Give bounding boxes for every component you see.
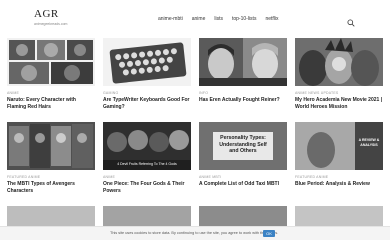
post-category[interactable]: FEATURED ANIME <box>295 175 383 179</box>
post-thumbnail[interactable] <box>295 38 383 86</box>
post-category[interactable]: ANIME <box>7 91 95 95</box>
post-thumbnail[interactable] <box>103 206 191 228</box>
post-card[interactable]: A REVIEW & ANALYSIS FEATURED ANIME Blue … <box>295 122 383 188</box>
post-thumbnail[interactable] <box>7 206 95 228</box>
post-thumbnail[interactable] <box>7 38 95 86</box>
post-thumbnail[interactable] <box>295 206 383 228</box>
thumbnail-overlay-text: 4 Devil Fruits Referring To The 4 Gods <box>117 162 177 166</box>
post-category[interactable]: INFO <box>199 91 287 95</box>
nav-item-lists[interactable]: lists <box>214 16 223 22</box>
post-thumbnail[interactable] <box>199 38 287 86</box>
cookie-banner: This site uses cookies to store data. By… <box>0 226 390 240</box>
post-card[interactable]: Personality Types: Understanding Self an… <box>199 122 287 188</box>
site-header: AGR animegeekreads.com anime-mbti anime … <box>0 0 390 36</box>
post-title[interactable]: Blue Period: Analysis & Review <box>295 181 383 188</box>
nav-item-top-10-lists[interactable]: top-10-lists <box>232 16 256 22</box>
post-category[interactable]: FEATURED ANIME <box>7 175 95 179</box>
post-thumbnail[interactable] <box>199 206 287 228</box>
thumbnail-overlay-text: Personality Types: Understanding Self an… <box>219 135 267 154</box>
site-logo[interactable]: AGR animegeekreads.com <box>34 8 68 27</box>
cookie-notice-text: This site uses cookies to store data. By… <box>110 231 279 235</box>
nav-item-anime[interactable]: anime <box>192 16 206 22</box>
post-thumbnail[interactable]: A REVIEW & ANALYSIS <box>295 122 383 170</box>
post-card[interactable]: FEATURED ANIME The MBTI Types of Avenger… <box>7 122 95 194</box>
post-category[interactable]: ANIME NEWS UPDATES <box>295 91 383 95</box>
site-name: AGR <box>34 8 59 20</box>
post-thumbnail[interactable]: 4 Devil Fruits Referring To The 4 Gods <box>103 122 191 170</box>
site-tagline: animegeekreads.com <box>34 22 68 26</box>
post-title[interactable]: The MBTI Types of Avengers Characters <box>7 181 95 194</box>
post-card[interactable]: ANIME NEWS UPDATES My Hero Academia New … <box>295 38 383 110</box>
cookie-accept-button[interactable]: OK <box>263 230 275 237</box>
post-category[interactable]: ANIME <box>103 175 191 179</box>
post-card[interactable]: 4 Devil Fruits Referring To The 4 Gods A… <box>103 122 191 194</box>
post-card[interactable] <box>103 206 191 228</box>
post-thumbnail[interactable] <box>7 122 95 170</box>
post-title[interactable]: Naruto: Every Character with Flaming Red… <box>7 97 95 110</box>
post-card[interactable]: INFO Has Eren Actually Fought Reiner? <box>199 38 287 104</box>
post-card[interactable]: GAMING Are TypeWriter Keyboards Good For… <box>103 38 191 110</box>
post-title[interactable]: My Hero Academia New Movie 2021 | World … <box>295 97 383 110</box>
post-category[interactable]: GAMING <box>103 91 191 95</box>
thumbnail-overlay-text: A REVIEW & ANALYSIS <box>358 138 380 147</box>
post-card[interactable] <box>295 206 383 228</box>
post-card[interactable] <box>7 206 95 228</box>
nav-item-anime-mbti[interactable]: anime-mbti <box>158 16 183 22</box>
post-category[interactable]: ANIME MBTI <box>199 175 287 179</box>
post-title[interactable]: A Complete List of Odd Taxi MBTI <box>199 181 287 188</box>
post-title[interactable]: Has Eren Actually Fought Reiner? <box>199 97 287 104</box>
main-nav: anime-mbti anime lists top-10-lists netf… <box>158 16 279 22</box>
post-thumbnail[interactable] <box>103 38 191 86</box>
post-card[interactable]: ANIME Naruto: Every Character with Flami… <box>7 38 95 110</box>
post-card[interactable] <box>199 206 287 228</box>
search-icon[interactable] <box>347 14 355 27</box>
post-title[interactable]: One Piece: The Four Gods & Their Powers <box>103 181 191 194</box>
nav-item-netflix[interactable]: netflix <box>265 16 278 22</box>
post-thumbnail[interactable]: Personality Types: Understanding Self an… <box>199 122 287 170</box>
post-title[interactable]: Are TypeWriter Keyboards Good For Gaming… <box>103 97 191 110</box>
